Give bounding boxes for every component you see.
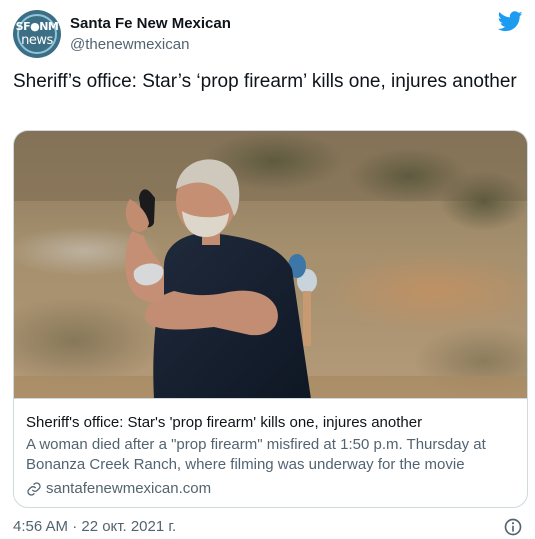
card-image[interactable]	[14, 131, 527, 399]
link-icon	[27, 482, 41, 496]
tweet-header: SF●NM news Santa Fe New Mexican @thenewm…	[13, 8, 523, 60]
info-icon[interactable]	[503, 517, 523, 537]
avatar[interactable]: SF●NM news	[13, 10, 61, 58]
avatar-logo-bottom: news	[21, 33, 53, 48]
news-photo	[14, 131, 527, 398]
tweet-timestamp[interactable]: 4:56 AM · 22 окт. 2021 г.	[13, 518, 176, 535]
link-preview-card[interactable]: Sheriff's office: Star's 'prop firearm' …	[13, 130, 528, 508]
author-handle[interactable]: @thenewmexican	[70, 35, 231, 54]
author-display-name[interactable]: Santa Fe New Mexican	[70, 14, 231, 33]
avatar-logo-top: SF●NM	[15, 20, 59, 33]
tweet-footer: 4:56 AM · 22 окт. 2021 г.	[13, 517, 523, 537]
twitter-bird-icon[interactable]	[498, 11, 523, 32]
tweet-text: Sheriff’s office: Star’s ‘prop firearm’ …	[13, 71, 517, 92]
card-title[interactable]: Sheriff's office: Star's 'prop firearm' …	[26, 413, 517, 433]
card-domain[interactable]: santafenewmexican.com	[46, 479, 211, 499]
card-body: Sheriff's office: Star's 'prop firearm' …	[26, 413, 517, 499]
card-description: A woman died after a "prop firearm" misf…	[26, 436, 486, 473]
author-block: Santa Fe New Mexican @thenewmexican	[70, 14, 231, 54]
card-domain-link[interactable]: santafenewmexican.com	[26, 479, 517, 499]
